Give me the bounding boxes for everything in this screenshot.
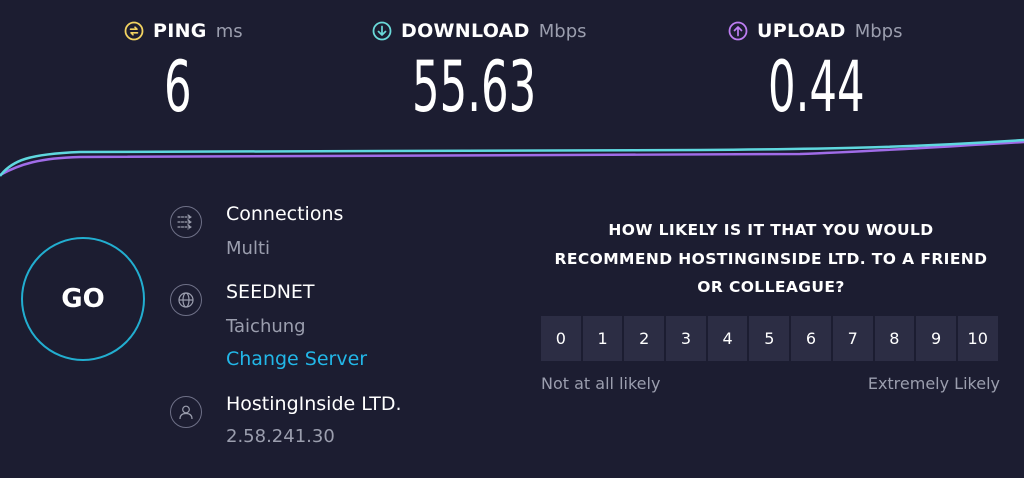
ping-metric: PING ms 6 — [124, 18, 243, 122]
scale-option-7[interactable]: 7 — [832, 316, 873, 361]
download-unit: Mbps — [538, 20, 587, 42]
go-button-label: GO — [61, 284, 105, 314]
provider-info: HostingInside LTD. 2.58.241.30 — [170, 392, 402, 447]
ping-unit: ms — [215, 20, 243, 42]
connections-icon — [170, 206, 202, 238]
scale-option-1[interactable]: 1 — [582, 316, 623, 361]
download-graph-line — [0, 138, 1024, 177]
connections-mode[interactable]: Multi — [226, 237, 343, 261]
scale-option-10[interactable]: 10 — [957, 316, 998, 361]
provider-name: HostingInside LTD. — [226, 393, 402, 415]
ping-label: PING — [153, 20, 207, 42]
scale-option-3[interactable]: 3 — [666, 316, 706, 361]
scale-low-label: Not at all likely — [541, 374, 661, 393]
ping-value: 6 — [164, 46, 192, 128]
server-info: SEEDNET Taichung Change Server — [170, 280, 367, 370]
user-icon — [170, 396, 202, 428]
change-server-link[interactable]: Change Server — [226, 347, 367, 371]
survey-question: HOW LIKELY IS IT THAT YOU WOULD RECOMMEN… — [530, 216, 1012, 302]
connections-info: Connections Multi — [170, 202, 343, 259]
download-label: DOWNLOAD — [401, 20, 530, 42]
go-button[interactable]: GO — [21, 237, 145, 361]
survey-question-line: RECOMMEND HOSTINGINSIDE LTD. TO A FRIEND — [554, 249, 988, 268]
server-name: SEEDNET — [226, 281, 315, 303]
globe-icon — [170, 284, 202, 316]
survey-question-line: HOW LIKELY IS IT THAT YOU WOULD — [608, 221, 934, 239]
upload-unit: Mbps — [854, 20, 903, 42]
server-location: Taichung — [226, 316, 306, 337]
scale-option-4[interactable]: 4 — [707, 316, 748, 361]
connections-title: Connections — [226, 203, 344, 225]
recommend-scale: 0 1 2 3 4 5 6 7 8 9 10 — [541, 316, 998, 361]
scale-option-2[interactable]: 2 — [624, 316, 665, 361]
download-metric: DOWNLOAD Mbps 55.63 — [372, 18, 587, 122]
download-value: 55.63 — [412, 46, 537, 128]
scale-option-9[interactable]: 9 — [916, 316, 956, 361]
upload-arrow-icon — [728, 21, 748, 41]
scale-option-5[interactable]: 5 — [749, 316, 790, 361]
upload-value: 0.44 — [768, 46, 865, 128]
scale-high-label: Extremely Likely — [867, 374, 1000, 393]
scale-option-0[interactable]: 0 — [541, 316, 581, 361]
upload-label: UPLOAD — [757, 20, 846, 42]
scale-option-6[interactable]: 6 — [791, 316, 831, 361]
scale-option-8[interactable]: 8 — [874, 316, 915, 361]
survey-question-line: OR COLLEAGUE? — [697, 278, 845, 296]
download-arrow-icon — [372, 21, 392, 41]
upload-metric: UPLOAD Mbps 0.44 — [728, 18, 903, 122]
ping-icon — [124, 21, 144, 41]
speed-graph — [0, 138, 1024, 177]
provider-ip: 2.58.241.30 — [226, 426, 335, 447]
